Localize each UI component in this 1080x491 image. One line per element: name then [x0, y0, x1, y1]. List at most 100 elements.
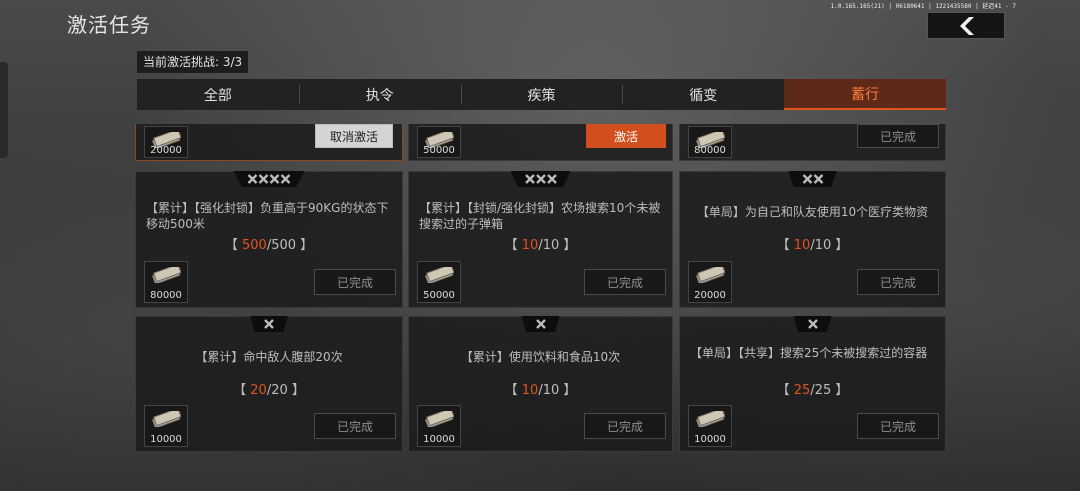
reward-amount: 20000: [150, 145, 182, 156]
x-star-icon: [264, 319, 274, 329]
task-description: 【单局】【共享】搜索25个未被搜索过的容器: [690, 346, 928, 360]
cancel-activate-button[interactable]: 取消激活: [315, 124, 393, 148]
task-progress: 【 10/10 】: [776, 238, 849, 253]
reward-slot: 10000: [144, 405, 188, 447]
task-description: 【累计】【封锁/强化封锁】农场搜索10个未被搜索过的子弹箱: [419, 201, 661, 231]
completed-button[interactable]: 已完成: [314, 269, 396, 295]
reward-amount: 10000: [423, 434, 455, 445]
progress-total: /20: [266, 383, 288, 398]
x-star-icon: [535, 174, 546, 184]
difficulty-stars: [788, 171, 837, 187]
cash-icon: [151, 263, 182, 287]
task-card[interactable]: 【单局】【共享】搜索25个未被搜索过的容器 【 25/25 】 10000 已完…: [679, 316, 946, 452]
reward-slot: 50000: [417, 261, 461, 303]
progress-total: /500: [266, 238, 297, 253]
x-star-icon: [802, 174, 812, 184]
reward-amount: 20000: [694, 290, 726, 301]
tab-xunbian[interactable]: 循变: [622, 79, 784, 110]
task-progress: 【 25/25 】: [776, 383, 849, 398]
tab-label: 全部: [203, 87, 232, 104]
difficulty-stars: [233, 171, 305, 187]
side-drawer-handle[interactable]: [0, 62, 8, 158]
tab-xuxing[interactable]: 蓄行: [784, 79, 946, 110]
reward-amount: 10000: [150, 434, 182, 445]
task-card[interactable]: 【累计】命中敌人腹部20次 【 20/20 】 10000 已完成: [135, 316, 403, 452]
progress-current: 25: [793, 383, 811, 398]
task-card[interactable]: 【单局】为自己和队友使用10个医疗类物资 【 10/10 】 20000 已完成: [679, 171, 946, 308]
x-star-icon: [247, 174, 258, 184]
x-star-icon: [524, 174, 535, 184]
task-card[interactable]: 【累计】使用饮料和食品10次 【 10/10 】 10000 已完成: [408, 316, 673, 452]
progress-current: 10: [793, 238, 811, 253]
task-progress: 【 20/20 】: [233, 383, 305, 398]
x-star-icon: [258, 174, 269, 184]
reward-slot: 20000: [144, 126, 188, 158]
cash-icon: [151, 407, 182, 431]
reward-slot: 10000: [417, 405, 461, 447]
reward-slot: 20000: [688, 261, 732, 303]
difficulty-stars: [521, 316, 560, 332]
active-challenge-count: 当前激活挑战: 3/3: [137, 51, 249, 73]
task-description: 【累计】【强化封锁】负重高于90KG的状态下移动500米: [146, 201, 389, 231]
page-title: 激活任务: [67, 13, 151, 37]
tab-jice[interactable]: 疾策: [460, 79, 623, 110]
back-button[interactable]: [927, 12, 1005, 39]
reward-amount: 80000: [694, 145, 726, 156]
reward-slot: 80000: [688, 126, 732, 158]
x-star-icon: [807, 319, 818, 329]
activate-button[interactable]: 激活: [586, 124, 666, 148]
progress-total: /25: [810, 383, 832, 398]
completed-button[interactable]: 已完成: [857, 269, 939, 295]
reward-amount: 50000: [423, 290, 455, 301]
task-card[interactable]: 【累计】【强化封锁】负重高于90KG的状态下移动500米 【 500/500 】…: [135, 171, 403, 308]
task-progress: 【 500/500 】: [224, 238, 314, 253]
task-card[interactable]: 50000 激活: [408, 124, 673, 161]
completed-button[interactable]: 已完成: [584, 413, 666, 439]
task-card[interactable]: 80000 已完成: [679, 124, 946, 161]
x-star-icon: [813, 174, 823, 184]
task-description: 【累计】使用饮料和食品10次: [460, 350, 621, 364]
completed-button[interactable]: 已完成: [314, 413, 396, 439]
tab-all[interactable]: 全部: [137, 79, 299, 110]
cash-icon: [695, 263, 726, 287]
cash-icon: [424, 263, 455, 287]
x-star-icon: [269, 174, 280, 184]
tab-zhiling[interactable]: 执令: [298, 79, 461, 110]
reward-amount: 50000: [423, 145, 455, 156]
debug-info: 1.0.165.165(21) | 06180641 | 1221435580 …: [830, 3, 1016, 10]
progress-total: /10: [538, 383, 560, 398]
completed-button[interactable]: 已完成: [584, 269, 666, 295]
progress-current: 500: [241, 238, 267, 253]
reward-slot: 50000: [417, 126, 461, 158]
completed-button[interactable]: 已完成: [857, 413, 939, 439]
progress-total: /10: [810, 238, 832, 253]
reward-amount: 10000: [694, 434, 726, 445]
cash-icon: [424, 407, 455, 431]
task-card[interactable]: 20000 取消激活: [135, 124, 403, 161]
difficulty-stars: [793, 316, 832, 332]
cash-icon: [695, 407, 726, 431]
reward-slot: 80000: [144, 261, 188, 303]
reward-slot: 10000: [688, 405, 732, 447]
tab-label: 执令: [365, 87, 394, 104]
tab-label: 循变: [689, 87, 718, 104]
task-description: 【单局】为自己和队友使用10个医疗类物资: [696, 205, 929, 219]
progress-current: 10: [521, 383, 539, 398]
x-star-icon: [535, 319, 546, 329]
task-card[interactable]: 【累计】【封锁/强化封锁】农场搜索10个未被搜索过的子弹箱 【 10/10 】 …: [408, 171, 673, 308]
tab-label: 蓄行: [851, 86, 880, 103]
progress-current: 20: [250, 383, 267, 398]
difficulty-stars: [250, 316, 288, 332]
chevron-left-icon: [960, 16, 974, 35]
task-progress: 【 10/10 】: [504, 383, 577, 398]
progress-current: 10: [521, 238, 539, 253]
tab-label: 疾策: [527, 87, 556, 104]
task-progress: 【 10/10 】: [504, 238, 577, 253]
task-description: 【累计】命中敌人腹部20次: [195, 350, 343, 364]
x-star-icon: [546, 174, 557, 184]
progress-total: /10: [538, 238, 560, 253]
category-tabs: 全部 执令 疾策 循变 蓄行: [137, 79, 946, 110]
difficulty-stars: [510, 171, 571, 187]
completed-button[interactable]: 已完成: [857, 124, 939, 148]
x-star-icon: [280, 174, 291, 184]
